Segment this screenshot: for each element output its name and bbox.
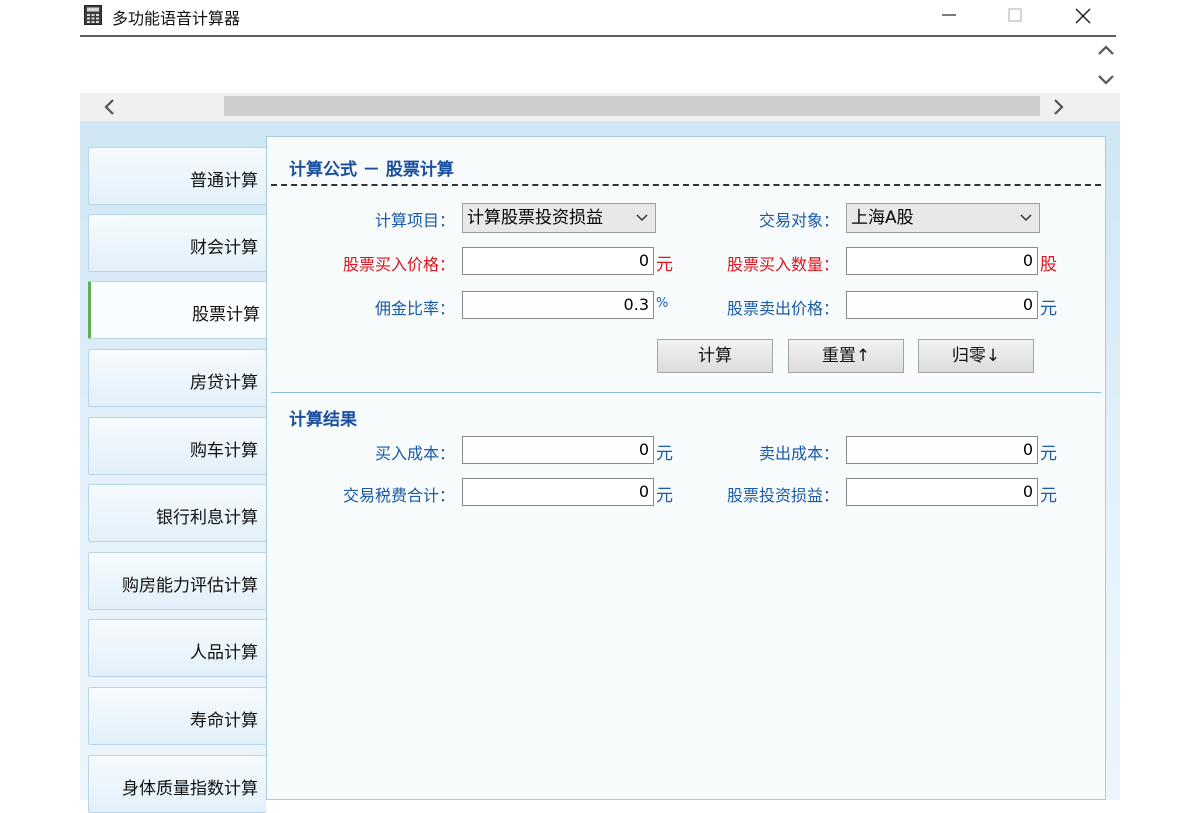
tax-output[interactable]: 0 <box>462 478 654 506</box>
close-button[interactable] <box>1060 0 1106 32</box>
horizontal-scrollbar[interactable] <box>80 93 1120 121</box>
project-label: 计算项目： <box>374 211 455 230</box>
sell-price-label: 股票卖出价格： <box>726 299 839 318</box>
scrollbar-thumb[interactable] <box>224 96 1040 116</box>
target-select[interactable]: 上海A股 <box>846 203 1040 233</box>
commission-input[interactable]: 0.3 <box>462 291 654 319</box>
sidebar-item-label: 购房能力评估计算 <box>122 576 258 596</box>
profit-unit: 元 <box>1040 486 1057 506</box>
buy-cost-output[interactable]: 0 <box>462 436 654 464</box>
commission-label: 佣金比率： <box>374 299 455 318</box>
buy-qty-input[interactable]: 0 <box>846 247 1038 275</box>
sidebar-item-label: 购车计算 <box>190 441 258 461</box>
sidebar-item-label: 房贷计算 <box>190 373 258 393</box>
maximize-icon <box>1008 8 1022 22</box>
tax-label: 交易税费合计： <box>342 486 455 505</box>
sidebar-item-mortgage[interactable]: 房贷计算 <box>88 349 266 407</box>
dashed-divider <box>271 184 1101 186</box>
minimize-icon <box>942 14 956 16</box>
buy-qty-label: 股票买入数量： <box>726 255 839 274</box>
sidebar-item-label: 财会计算 <box>190 238 258 258</box>
minimize-button[interactable] <box>926 0 972 32</box>
sidebar-item-character[interactable]: 人品计算 <box>88 619 266 677</box>
sidebar-item-label: 寿命计算 <box>190 711 258 731</box>
calculate-button[interactable]: 计算 <box>657 339 773 373</box>
scroll-down-icon[interactable] <box>1096 69 1116 89</box>
sell-price-unit: 元 <box>1040 299 1057 319</box>
sell-cost-label: 卖出成本： <box>758 444 839 463</box>
sidebar: 普通计算 财会计算 股票计算 房贷计算 购车计算 银行利息计算 购房能力评估计算… <box>80 121 270 813</box>
formula-title: 计算公式 － 股票计算 <box>289 160 454 180</box>
reset-button[interactable]: 重置↑ <box>788 339 904 373</box>
sidebar-item-car[interactable]: 购车计算 <box>88 417 266 475</box>
buy-qty-unit: 股 <box>1040 255 1057 275</box>
target-label: 交易对象： <box>758 211 839 230</box>
zero-button[interactable]: 归零↓ <box>918 339 1034 373</box>
result-title: 计算结果 <box>289 410 357 430</box>
maximize-button[interactable] <box>992 0 1038 32</box>
sidebar-item-general[interactable]: 普通计算 <box>88 147 266 205</box>
sell-cost-output[interactable]: 0 <box>846 436 1038 464</box>
sell-price-input[interactable]: 0 <box>846 291 1038 319</box>
scroll-left-icon[interactable] <box>100 97 120 117</box>
profit-label: 股票投资损益： <box>726 486 839 505</box>
display-textarea[interactable] <box>80 37 1090 93</box>
project-select-value: 计算股票投资损益 <box>467 208 603 228</box>
sidebar-item-label: 普通计算 <box>190 171 258 191</box>
sidebar-item-stock[interactable]: 股票计算 <box>88 281 268 339</box>
sidebar-item-interest[interactable]: 银行利息计算 <box>88 484 266 542</box>
sidebar-item-label: 银行利息计算 <box>156 508 258 528</box>
close-icon <box>1075 8 1091 24</box>
buy-price-label: 股票买入价格： <box>342 255 455 274</box>
title-bar: 多功能语音计算器 <box>80 0 1120 32</box>
chevron-down-icon <box>1020 214 1032 222</box>
sell-cost-unit: 元 <box>1040 444 1057 464</box>
profit-output[interactable]: 0 <box>846 478 1038 506</box>
content-panel: 计算公式 － 股票计算 计算项目： 计算股票投资损益 交易对象： 上海A股 股票… <box>266 136 1106 800</box>
scroll-right-icon[interactable] <box>1048 97 1068 117</box>
app-window: 多功能语音计算器 普通计算 财会计算 股票计算 房贷计算 购车计算 银行利息计算… <box>80 0 1120 813</box>
sidebar-item-label: 身体质量指数计算 <box>122 779 258 799</box>
calculator-icon <box>84 5 102 25</box>
vertical-scrollbar[interactable] <box>1090 37 1120 93</box>
project-select[interactable]: 计算股票投资损益 <box>462 203 656 233</box>
buy-price-input[interactable]: 0 <box>462 247 654 275</box>
sidebar-item-lifespan[interactable]: 寿命计算 <box>88 687 266 745</box>
sidebar-item-housing-ability[interactable]: 购房能力评估计算 <box>88 552 266 610</box>
buy-cost-label: 买入成本： <box>374 444 455 463</box>
sidebar-item-accounting[interactable]: 财会计算 <box>88 214 266 272</box>
target-select-value: 上海A股 <box>851 208 914 228</box>
main-panel: 普通计算 财会计算 股票计算 房贷计算 购车计算 银行利息计算 购房能力评估计算… <box>80 121 1120 813</box>
sidebar-item-label: 股票计算 <box>192 305 260 325</box>
window-title: 多功能语音计算器 <box>112 9 241 28</box>
sidebar-item-bmi[interactable]: 身体质量指数计算 <box>88 755 266 813</box>
sidebar-item-label: 人品计算 <box>190 643 258 663</box>
scroll-up-icon[interactable] <box>1096 41 1116 61</box>
section-divider <box>271 392 1101 393</box>
